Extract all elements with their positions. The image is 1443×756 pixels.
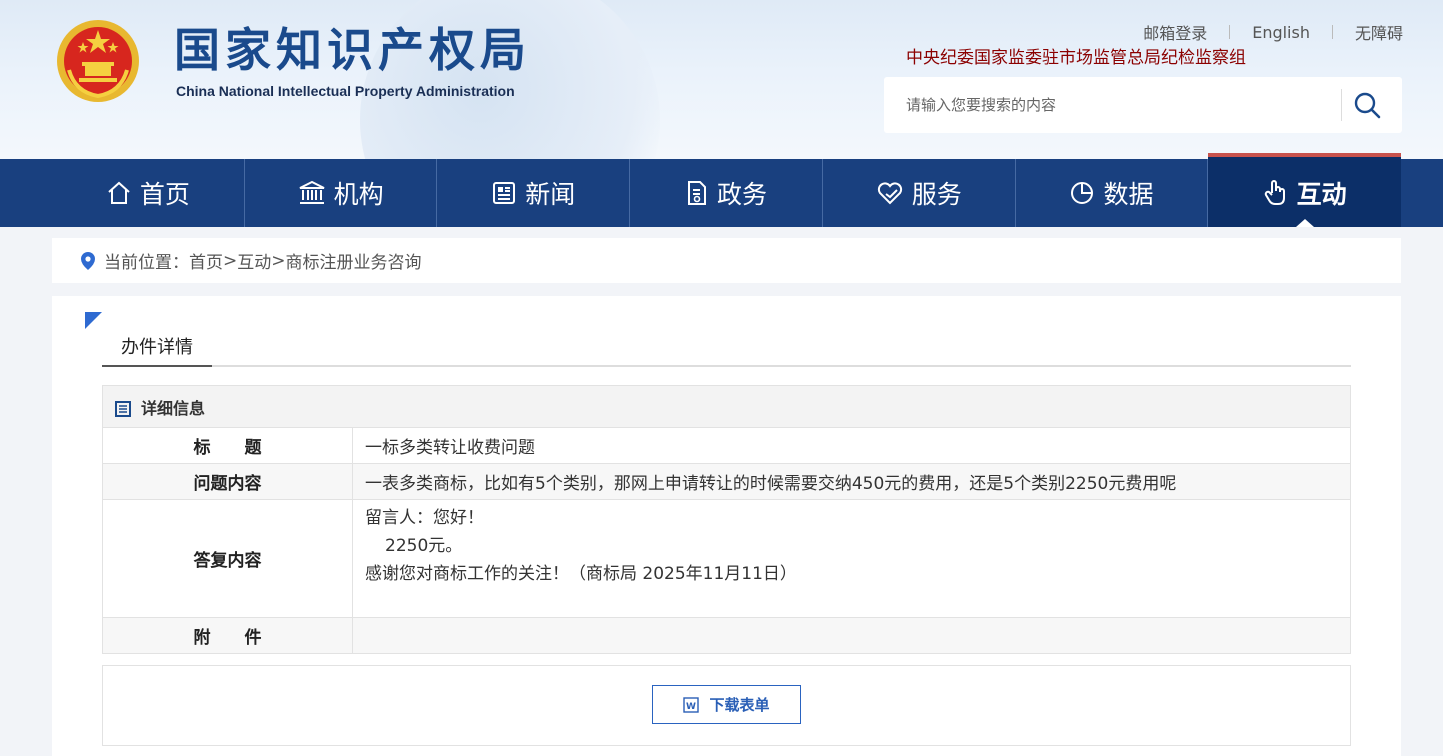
site-title: 国家知识产权局: [174, 23, 531, 77]
top-links: 邮箱登录 English 无障碍: [1121, 20, 1403, 44]
breadcrumb-interaction[interactable]: 互动: [237, 248, 271, 273]
nav-item-home[interactable]: 首页: [52, 159, 245, 227]
nav-label: 政务: [717, 180, 768, 209]
mail-login-link[interactable]: 邮箱登录: [1121, 20, 1229, 44]
nav-label: 首页: [139, 180, 190, 209]
search-icon[interactable]: [1352, 90, 1382, 120]
national-emblem-icon: [57, 20, 139, 102]
nav-item-interaction[interactable]: 互动: [1208, 153, 1402, 227]
home-icon: [108, 181, 130, 204]
search-input[interactable]: [884, 77, 1340, 133]
breadcrumb-sep: >: [223, 250, 238, 271]
corner-marker: [85, 312, 102, 329]
word-file-icon: W: [683, 696, 700, 713]
nav-item-news[interactable]: 新闻: [437, 159, 631, 227]
site-title-en: China National Intellectual Property Adm…: [176, 83, 515, 99]
inspection-link[interactable]: 中央纪委国家监委驻市场监管总局纪检监察组: [906, 43, 1246, 68]
document-icon: [688, 181, 706, 205]
search-box: [884, 77, 1402, 133]
location-pin-icon: [81, 251, 95, 270]
breadcrumb-current[interactable]: 商标注册业务咨询: [286, 248, 422, 273]
table-row: 标 题 一标多类转让收费问题: [102, 427, 1351, 464]
nav-label: 服务: [911, 180, 962, 209]
tab-detail[interactable]: 办件详情: [102, 334, 212, 367]
table-header-row: 详细信息: [102, 385, 1351, 428]
reply-content: 留言人：您好！ 2250元。 感谢您对商标工作的关注！（商标局 2025年11月…: [352, 499, 1351, 618]
news-icon: [493, 182, 516, 204]
detail-table: 详细信息 标 题 一标多类转让收费问题 问题内容 一表多类商标，比如有5个类别，…: [102, 385, 1351, 654]
row-label: 问题内容: [102, 463, 353, 500]
row-label: 附 件: [102, 617, 353, 654]
reply-line: 感谢您对商标工作的关注！（商标局 2025年11月11日）: [365, 564, 797, 584]
download-area: W 下载表单: [102, 665, 1351, 746]
site-header: 国家知识产权局 China National Intellectual Prop…: [0, 0, 1443, 160]
section-header: 详细信息: [102, 385, 1351, 428]
search-divider: [1341, 89, 1342, 121]
nav-label: 机构: [333, 180, 384, 209]
service-icon: [877, 182, 902, 205]
row-value: 一表多类商标，比如有5个类别，那网上申请转让的时候需要交纳450元的费用，还是5…: [352, 463, 1351, 500]
download-label: 下载表单: [709, 696, 770, 714]
section-title: 详细信息: [141, 398, 206, 418]
download-form-button[interactable]: W 下载表单: [652, 685, 801, 724]
breadcrumb-sep: >: [271, 250, 286, 271]
table-row: 答复内容 留言人：您好！ 2250元。 感谢您对商标工作的关注！（商标局 202…: [102, 499, 1351, 618]
detail-panel: 办件详情 详细信息 标 题 一标多类转让收费问题 问题内容 一表多类商标，比如有…: [52, 296, 1401, 756]
breadcrumb-home[interactable]: 首页: [189, 248, 223, 273]
breadcrumb-prefix: 当前位置：: [104, 253, 189, 273]
main-nav: 首页 机构 新闻 政务 服务 数据 互动: [0, 153, 1443, 227]
nav-item-government[interactable]: 政务: [630, 159, 823, 227]
row-label: 标 题: [102, 427, 353, 464]
tab-underline: [102, 365, 1351, 367]
list-icon: [115, 400, 131, 417]
table-row: 附 件: [102, 617, 1351, 654]
reply-line: 留言人：您好！: [365, 508, 484, 528]
row-label: 答复内容: [102, 499, 353, 618]
nav-label: 数据: [1103, 180, 1154, 209]
row-value: 一标多类转让收费问题: [352, 427, 1351, 464]
nav-label: 互动: [1296, 180, 1347, 209]
institution-icon: [299, 180, 325, 204]
nav-item-institution[interactable]: 机构: [245, 159, 438, 227]
reply-line: 2250元。: [385, 536, 463, 556]
accessibility-link[interactable]: 无障碍: [1333, 20, 1403, 44]
svg-text:W: W: [687, 702, 697, 712]
nav-label: 新闻: [525, 180, 576, 209]
nav-item-service[interactable]: 服务: [823, 159, 1016, 227]
pie-chart-icon: [1071, 182, 1094, 204]
table-row: 问题内容 一表多类商标，比如有5个类别，那网上申请转让的时候需要交纳450元的费…: [102, 463, 1351, 500]
breadcrumb: 当前位置： 首页 > 互动 > 商标注册业务咨询: [52, 238, 1401, 283]
touch-icon: [1264, 180, 1285, 205]
english-link[interactable]: English: [1230, 23, 1332, 42]
row-value: [352, 617, 1351, 654]
nav-item-data[interactable]: 数据: [1016, 159, 1209, 227]
